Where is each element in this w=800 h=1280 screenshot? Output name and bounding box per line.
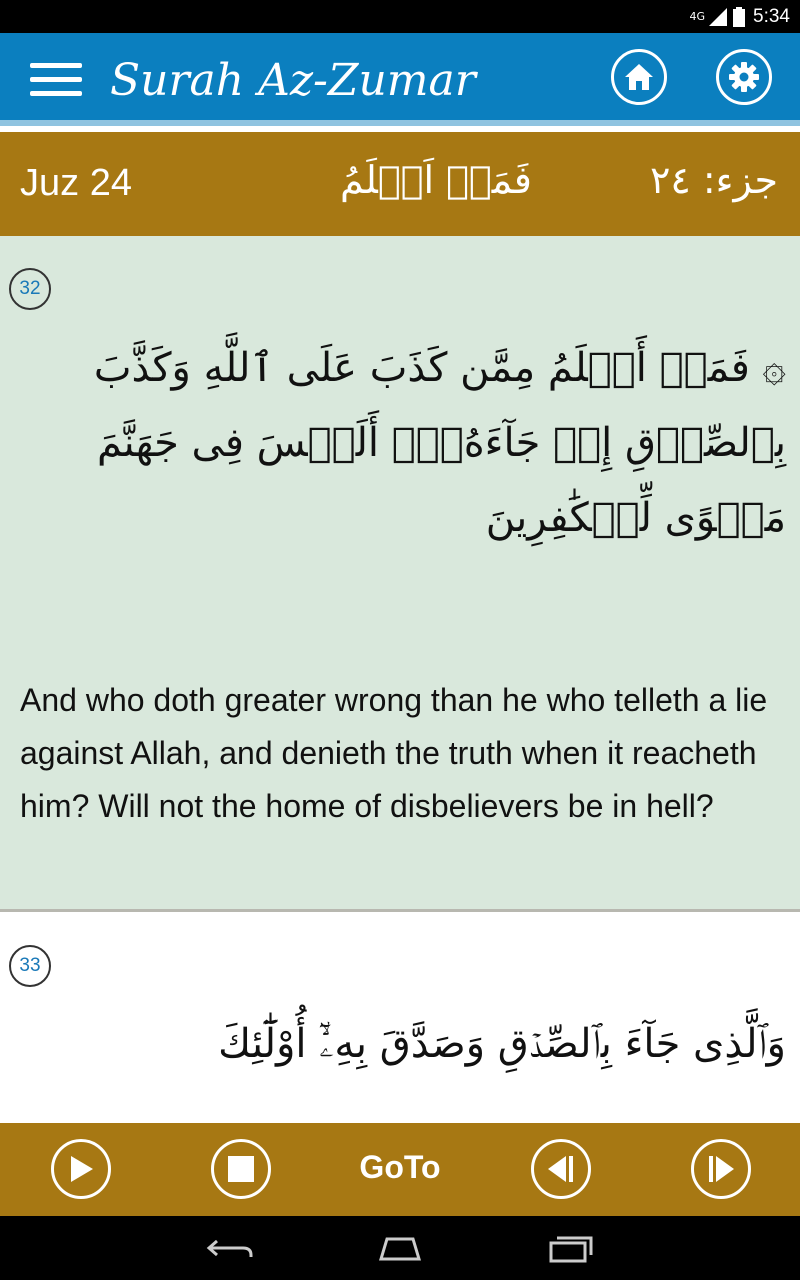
recents-button[interactable]	[540, 1228, 600, 1268]
status-bar: 4G 5:34	[0, 0, 800, 33]
play-button[interactable]	[51, 1139, 111, 1199]
verse-number: 33	[9, 945, 51, 987]
juz-bar: Juz 24 فَمَنۡ اَظۡلَمُ جزء: ٢٤	[0, 132, 800, 236]
verse-translation: And who doth greater wrong than he who t…	[20, 682, 768, 824]
settings-button[interactable]	[716, 49, 772, 105]
network-type: 4G	[689, 10, 706, 23]
next-icon	[709, 1156, 734, 1182]
back-button[interactable]	[200, 1228, 260, 1268]
verse-card[interactable]: 32 ۞ فَمَنۡ أَظۡلَمُ مِمَّن كَذَبَ عَلَى…	[0, 236, 800, 912]
arabic-line: بِٱلصِّدۡقِ إِذۡ جَآءَهُۥٓۚ أَلَيۡسَ فِى…	[96, 420, 786, 466]
battery-icon	[733, 6, 746, 27]
verse-arabic: ۞ فَمَنۡ أَظۡلَمُ مِمَّن كَذَبَ عَلَى ٱل…	[60, 331, 786, 556]
verse-card[interactable]: 33 وَٱلَّذِى جَآءَ بِٱلصِّدۡقِ وَصَدَّقَ…	[0, 915, 800, 1123]
home-nav-icon	[378, 1237, 422, 1261]
page-title: Surah Az-Zumar	[110, 55, 476, 106]
arabic-line: ۞ فَمَنۡ أَظۡلَمُ مِمَّن كَذَبَ عَلَى ٱل…	[93, 345, 786, 391]
juz-title-arabic: فَمَنۡ اَظۡلَمُ	[340, 158, 532, 202]
home-icon	[625, 64, 653, 90]
recents-icon	[549, 1236, 593, 1263]
goto-button[interactable]: GoTo	[345, 1149, 455, 1186]
arabic-line: وَٱلَّذِى جَآءَ بِٱلصِّدۡقِ وَصَدَّقَ بِ…	[218, 1021, 786, 1067]
clock: 5:34	[753, 5, 790, 27]
previous-icon	[548, 1156, 573, 1182]
previous-button[interactable]	[531, 1139, 591, 1199]
juz-label-arabic: جزء: ٢٤	[649, 158, 778, 202]
play-icon	[71, 1156, 93, 1182]
system-nav-bar	[0, 1216, 800, 1280]
juz-label-english: Juz 24	[20, 162, 132, 204]
verse-arabic: وَٱلَّذِى جَآءَ بِٱلصِّدۡقِ وَصَدَّقَ بِ…	[60, 1007, 786, 1082]
next-button[interactable]	[691, 1139, 751, 1199]
back-icon	[206, 1239, 253, 1257]
stop-button[interactable]	[211, 1139, 271, 1199]
stop-icon	[228, 1156, 254, 1182]
home-button[interactable]	[611, 49, 667, 105]
arabic-line: مَثۡوًى لِّلۡكَٰفِرِينَ	[485, 495, 786, 541]
gear-icon	[729, 62, 759, 92]
verse-number: 32	[9, 268, 51, 310]
home-nav-button[interactable]	[370, 1228, 430, 1268]
signal-icon	[709, 7, 728, 26]
player-bar: GoTo	[0, 1123, 800, 1216]
app-bar: Surah Az-Zumar	[0, 33, 800, 126]
menu-icon[interactable]	[30, 63, 82, 99]
